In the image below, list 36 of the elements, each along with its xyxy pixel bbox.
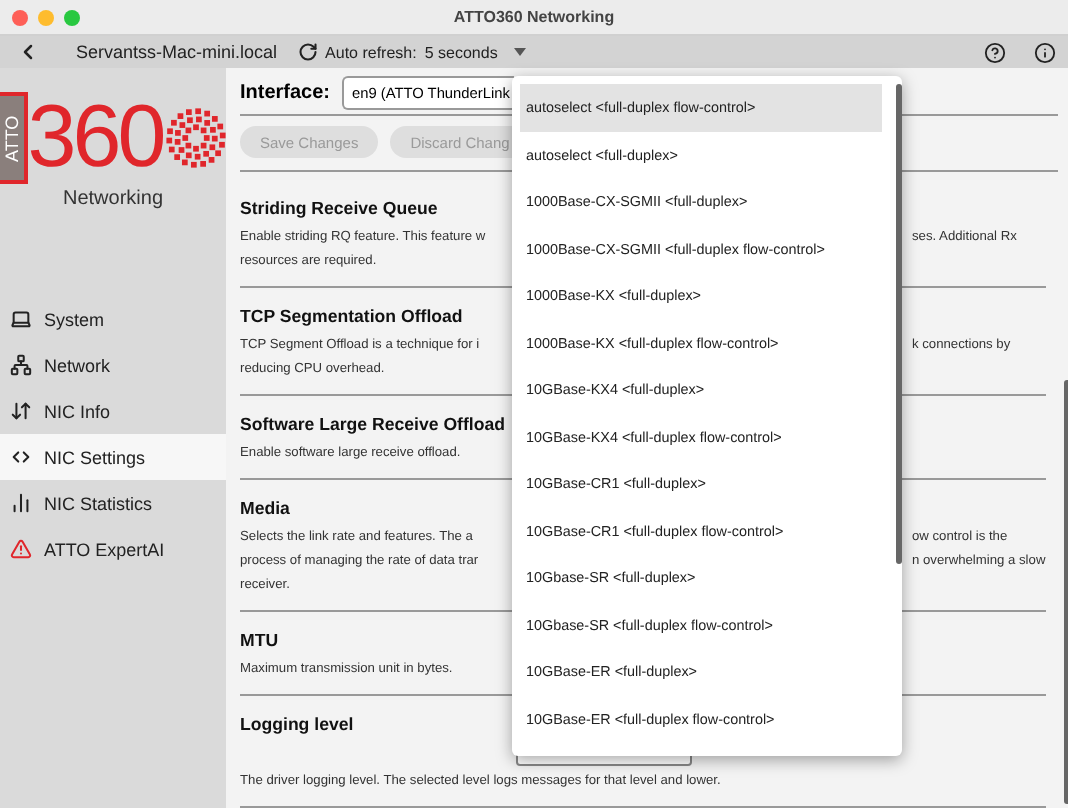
sidebar-item[interactable]: Network	[0, 342, 226, 388]
auto-refresh-label: Auto refresh:	[325, 43, 417, 61]
host-name: Servantss-Mac-mini.local	[76, 42, 278, 62]
sidebar-item[interactable]: NIC Statistics	[0, 480, 226, 526]
refresh-button[interactable]	[297, 42, 318, 62]
refresh-interval-select[interactable]: 5 seconds	[424, 43, 498, 61]
caret-icon	[513, 48, 526, 56]
section-title: MTU	[240, 630, 279, 650]
interface-label: Interface:	[240, 81, 331, 104]
refresh-icon	[297, 42, 318, 62]
window-title: ATTO360 Networking	[453, 8, 615, 26]
left-right-chevrons-icon	[10, 446, 32, 468]
section-title: TCP Segmentation Offload	[240, 306, 463, 326]
sidebar-item[interactable]: System	[0, 296, 226, 342]
network-icon	[10, 354, 32, 376]
scrollbar-thumb[interactable]	[1063, 380, 1068, 804]
section-title: Logging level	[240, 714, 354, 734]
sidebar-item[interactable]: NIC Settings	[0, 434, 226, 480]
laptop-icon	[10, 308, 32, 330]
scrollbar-thumb[interactable]	[896, 84, 902, 564]
logo-badge: ATTO	[0, 92, 28, 184]
logo-number: 360	[27, 92, 163, 184]
help-button[interactable]	[984, 41, 1006, 63]
section-title: Media	[240, 498, 290, 518]
bar-chart-icon	[10, 492, 32, 514]
warning-icon	[10, 538, 32, 560]
help-icon	[984, 41, 1006, 63]
section-title: Software Large Receive Offload	[240, 414, 505, 434]
sidebar-item[interactable]: ATTO ExpertAI	[0, 526, 226, 572]
close-button[interactable]	[12, 9, 28, 25]
sidebar-item[interactable]: NIC Info	[0, 388, 226, 434]
info-icon	[1034, 41, 1056, 63]
up-down-arrows-icon	[10, 400, 32, 422]
logo-subtitle: Networking	[62, 188, 164, 210]
info-button[interactable]	[1034, 41, 1056, 63]
section-title: Striding Receive Queue	[240, 198, 438, 218]
